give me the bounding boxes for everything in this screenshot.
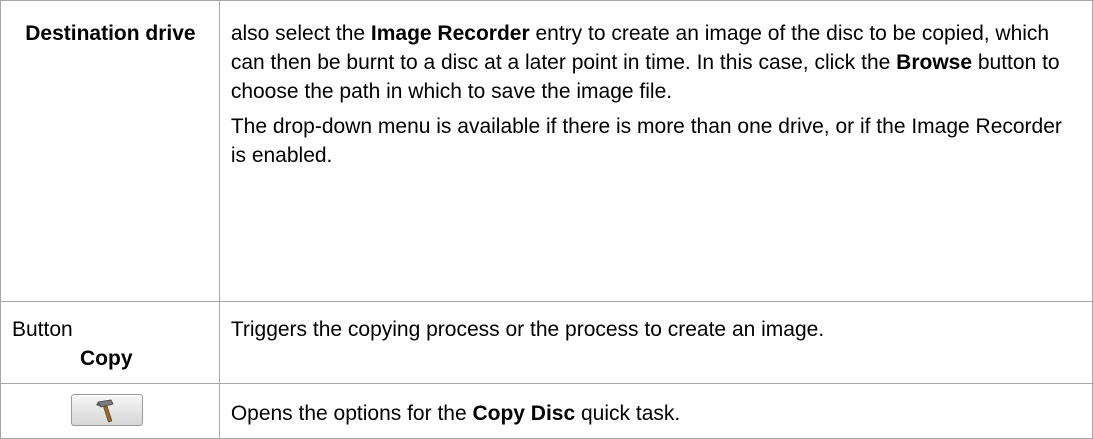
hammer-icon — [96, 399, 114, 423]
options-button[interactable] — [71, 394, 143, 426]
table-row: Button Copy Triggers the copying process… — [0, 301, 1093, 384]
label-cell: Destination drive — [0, 0, 220, 302]
description-cell: Triggers the copying process or the proc… — [218, 301, 1093, 384]
description-paragraph: Opens the options for the Copy Disc quic… — [230, 402, 681, 425]
image-recorder-term: Image Recorder — [370, 22, 530, 45]
browse-term: Browse — [896, 51, 973, 74]
copy-label: Copy — [80, 347, 133, 370]
copy-disc-term: Copy Disc — [472, 402, 576, 425]
description-paragraph: also select the Image Recorder entry to … — [230, 22, 1060, 103]
description-cell: also select the Image Recorder entry to … — [218, 0, 1093, 302]
destination-drive-label: Destination drive — [25, 22, 196, 45]
table-row: Destination drive also select the Image … — [0, 0, 1093, 302]
button-label: Button — [12, 318, 73, 341]
options-table: Destination drive also select the Image … — [0, 0, 1093, 439]
description-paragraph: The drop-down menu is available if there… — [230, 115, 1062, 167]
description-paragraph: Triggers the copying process or the proc… — [230, 318, 825, 341]
label-cell: Button Copy — [0, 301, 220, 384]
